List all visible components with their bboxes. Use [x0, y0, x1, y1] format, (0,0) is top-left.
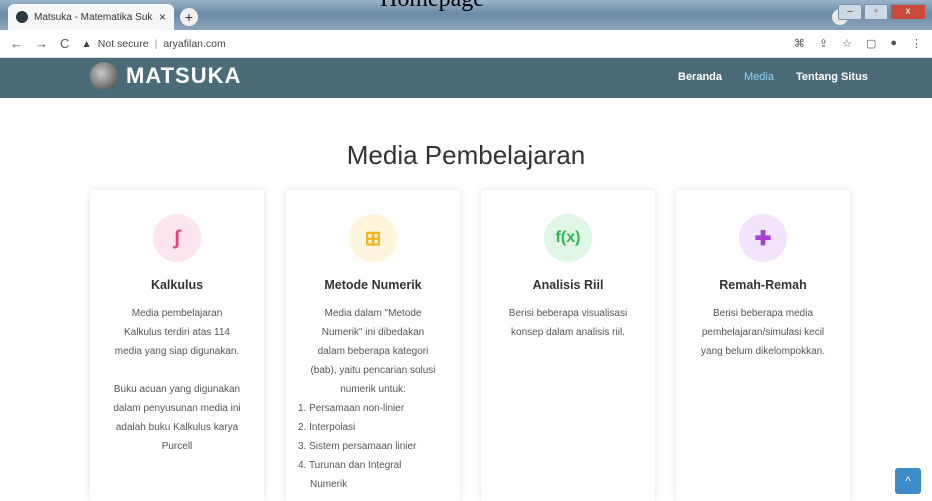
puzzle-icon: ✚: [739, 214, 787, 262]
reload-icon[interactable]: C: [60, 36, 69, 51]
maximize-button[interactable]: ▫: [864, 4, 888, 20]
function-icon: f(x): [544, 214, 592, 262]
close-window-button[interactable]: x: [890, 4, 926, 20]
desc-gap: [96, 361, 258, 380]
desc-line: Media pembelajaran: [131, 308, 223, 319]
page-caption: Homepage: [380, 0, 484, 13]
list-item: 3. Sistem persamaan linier: [298, 441, 417, 452]
card-description: Berisi beberapa media pembelajaran/simul…: [682, 304, 844, 361]
toolbar-right-icons: ⌘ ⇪ ☆ ▢ ● ⋮: [794, 37, 922, 50]
list-item: Numerik: [310, 479, 348, 490]
desc-line: Purcell: [161, 441, 193, 452]
translate-icon[interactable]: ⌘: [794, 37, 805, 50]
desc-line: konsep dalam analisis riil.: [511, 327, 625, 338]
list-item: 4. Turunan dan Integral: [298, 460, 402, 471]
list-item: 2. Interpolasi: [298, 422, 356, 433]
site-nav: Beranda Media Tentang Situs: [678, 71, 868, 83]
list-item: 1. Persamaan non-linier: [298, 403, 405, 414]
card-analisis-riil[interactable]: f(x) Analisis Riil Berisi beberapa visua…: [481, 190, 655, 501]
card-description: Berisi beberapa visualisasi konsep dalam…: [487, 304, 649, 342]
desc-line: Berisi beberapa media: [712, 308, 814, 319]
url-text: aryafilan.com: [163, 37, 226, 50]
card-remah-remah[interactable]: ✚ Remah-Remah Berisi beberapa media pemb…: [676, 190, 850, 501]
calculator-icon: ⊞: [349, 214, 397, 262]
card-kalkulus[interactable]: ∫ Kalkulus Media pembelajaran Kalkulus t…: [90, 190, 264, 501]
warning-icon: ▲: [81, 37, 92, 50]
window-controls: – ▫ x: [838, 4, 926, 20]
tab-close-icon[interactable]: ×: [159, 10, 166, 24]
minimize-button[interactable]: –: [838, 4, 862, 20]
card-title: Kalkulus: [150, 278, 204, 292]
desc-line: Media dalam "Metode: [324, 308, 422, 319]
desc-line: dalam beberapa kategori: [317, 346, 429, 357]
card-title: Remah-Remah: [719, 278, 807, 292]
site-logo[interactable]: MATSUKA: [90, 62, 241, 90]
desc-line: Numerik" ini dibedakan: [321, 327, 425, 338]
desc-line: adalah buku Kalkulus karya: [115, 422, 239, 433]
bookmark-star-icon[interactable]: ☆: [842, 37, 852, 50]
nav-beranda[interactable]: Beranda: [678, 71, 722, 83]
site-favicon-icon: [16, 11, 28, 23]
address-separator: |: [154, 37, 158, 50]
card-title: Metode Numerik: [324, 278, 422, 292]
menu-kebab-icon[interactable]: ⋮: [911, 37, 922, 50]
nav-media[interactable]: Media: [744, 71, 774, 83]
card-description: Media pembelajaran Kalkulus terdiri atas…: [96, 304, 258, 456]
nav-tentang-situs[interactable]: Tentang Situs: [796, 71, 868, 83]
address-bar[interactable]: ▲ Not secure | aryafilan.com: [81, 38, 225, 50]
scroll-top-button[interactable]: ^: [895, 468, 921, 494]
new-tab-button[interactable]: +: [180, 8, 198, 26]
desc-line: pembelajaran/simulasi kecil: [701, 327, 825, 338]
card-title: Analisis Riil: [532, 278, 604, 292]
share-icon[interactable]: ⇪: [819, 37, 828, 50]
card-metode-numerik[interactable]: ⊞ Metode Numerik Media dalam "Metode Num…: [286, 190, 460, 501]
desc-line: media yang siap digunakan.: [114, 346, 240, 357]
desc-line: dalam penyusunan media ini: [113, 403, 241, 414]
desc-line: Buku acuan yang digunakan: [113, 384, 241, 395]
desc-line: Kalkulus terdiri atas 114: [124, 327, 230, 338]
logo-text: MATSUKA: [126, 63, 242, 88]
browser-toolbar: ← → C ▲ Not secure | aryafilan.com ⌘ ⇪ ☆…: [0, 30, 932, 58]
back-icon[interactable]: ←: [10, 36, 23, 51]
desc-line: (bab), yaitu pencarian solusi: [310, 365, 436, 376]
tab-title: Matsuka - Matematika Suka-Suk: [34, 11, 153, 23]
desc-line: Berisi beberapa visualisasi: [508, 308, 628, 319]
sidepanel-icon[interactable]: ▢: [866, 37, 876, 50]
desc-line: numerik untuk:: [340, 384, 406, 395]
profile-icon[interactable]: ●: [890, 37, 897, 50]
topic-list: 1. Persamaan non-linier 2. Interpolasi 3…: [292, 399, 454, 494]
page-title: Media Pembelajaran: [346, 140, 586, 170]
logo-image-icon: [90, 62, 118, 90]
site-header: MATSUKA Beranda Media Tentang Situs: [0, 58, 932, 98]
browser-tab[interactable]: Matsuka - Matematika Suka-Suk ×: [8, 4, 174, 30]
desc-line: yang belum dikelompokkan.: [701, 346, 825, 357]
security-label: Not secure: [97, 37, 149, 50]
integral-icon: ∫: [153, 214, 201, 262]
forward-icon[interactable]: →: [35, 36, 48, 51]
card-description: Media dalam "Metode Numerik" ini dibedak…: [292, 304, 454, 494]
